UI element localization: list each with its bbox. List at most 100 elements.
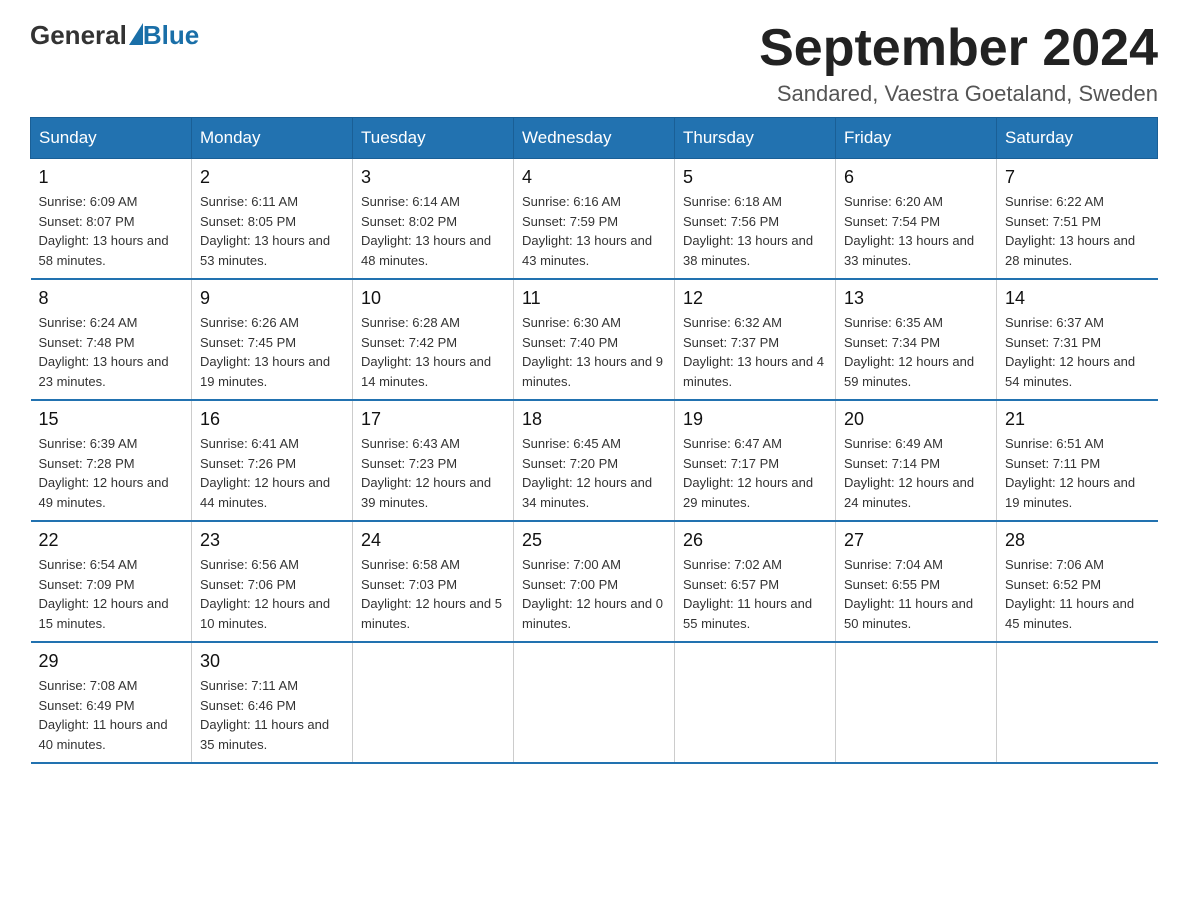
day-number: 7 — [1005, 167, 1150, 188]
day-info: Sunrise: 6:26 AM Sunset: 7:45 PM Dayligh… — [200, 313, 344, 391]
calendar-cell: 28 Sunrise: 7:06 AM Sunset: 6:52 PM Dayl… — [997, 521, 1158, 642]
calendar-cell: 9 Sunrise: 6:26 AM Sunset: 7:45 PM Dayli… — [192, 279, 353, 400]
logo-triangle-icon — [129, 23, 143, 45]
calendar-cell: 7 Sunrise: 6:22 AM Sunset: 7:51 PM Dayli… — [997, 159, 1158, 280]
day-info: Sunrise: 6:30 AM Sunset: 7:40 PM Dayligh… — [522, 313, 666, 391]
logo: General Blue — [30, 20, 199, 51]
calendar-cell: 30 Sunrise: 7:11 AM Sunset: 6:46 PM Dayl… — [192, 642, 353, 763]
logo-text-blue: Blue — [143, 20, 199, 51]
day-number: 25 — [522, 530, 666, 551]
calendar-cell: 21 Sunrise: 6:51 AM Sunset: 7:11 PM Dayl… — [997, 400, 1158, 521]
day-number: 13 — [844, 288, 988, 309]
calendar-table: SundayMondayTuesdayWednesdayThursdayFrid… — [30, 117, 1158, 764]
day-info: Sunrise: 7:08 AM Sunset: 6:49 PM Dayligh… — [39, 676, 184, 754]
day-info: Sunrise: 6:11 AM Sunset: 8:05 PM Dayligh… — [200, 192, 344, 270]
calendar-cell: 6 Sunrise: 6:20 AM Sunset: 7:54 PM Dayli… — [836, 159, 997, 280]
day-info: Sunrise: 6:24 AM Sunset: 7:48 PM Dayligh… — [39, 313, 184, 391]
day-info: Sunrise: 6:16 AM Sunset: 7:59 PM Dayligh… — [522, 192, 666, 270]
calendar-cell — [836, 642, 997, 763]
day-number: 24 — [361, 530, 505, 551]
day-info: Sunrise: 7:11 AM Sunset: 6:46 PM Dayligh… — [200, 676, 344, 754]
day-info: Sunrise: 6:45 AM Sunset: 7:20 PM Dayligh… — [522, 434, 666, 512]
calendar-cell: 4 Sunrise: 6:16 AM Sunset: 7:59 PM Dayli… — [514, 159, 675, 280]
calendar-cell: 12 Sunrise: 6:32 AM Sunset: 7:37 PM Dayl… — [675, 279, 836, 400]
day-info: Sunrise: 6:56 AM Sunset: 7:06 PM Dayligh… — [200, 555, 344, 633]
day-info: Sunrise: 7:04 AM Sunset: 6:55 PM Dayligh… — [844, 555, 988, 633]
calendar-cell: 24 Sunrise: 6:58 AM Sunset: 7:03 PM Dayl… — [353, 521, 514, 642]
page-header: General Blue September 2024 Sandared, Va… — [30, 20, 1158, 107]
day-info: Sunrise: 6:39 AM Sunset: 7:28 PM Dayligh… — [39, 434, 184, 512]
day-number: 2 — [200, 167, 344, 188]
calendar-cell — [675, 642, 836, 763]
day-info: Sunrise: 6:14 AM Sunset: 8:02 PM Dayligh… — [361, 192, 505, 270]
calendar-week-1: 1 Sunrise: 6:09 AM Sunset: 8:07 PM Dayli… — [31, 159, 1158, 280]
day-number: 18 — [522, 409, 666, 430]
calendar-week-2: 8 Sunrise: 6:24 AM Sunset: 7:48 PM Dayli… — [31, 279, 1158, 400]
calendar-cell: 29 Sunrise: 7:08 AM Sunset: 6:49 PM Dayl… — [31, 642, 192, 763]
day-info: Sunrise: 7:06 AM Sunset: 6:52 PM Dayligh… — [1005, 555, 1150, 633]
calendar-cell: 16 Sunrise: 6:41 AM Sunset: 7:26 PM Dayl… — [192, 400, 353, 521]
day-info: Sunrise: 6:28 AM Sunset: 7:42 PM Dayligh… — [361, 313, 505, 391]
calendar-week-5: 29 Sunrise: 7:08 AM Sunset: 6:49 PM Dayl… — [31, 642, 1158, 763]
calendar-cell: 3 Sunrise: 6:14 AM Sunset: 8:02 PM Dayli… — [353, 159, 514, 280]
day-info: Sunrise: 6:51 AM Sunset: 7:11 PM Dayligh… — [1005, 434, 1150, 512]
calendar-cell: 10 Sunrise: 6:28 AM Sunset: 7:42 PM Dayl… — [353, 279, 514, 400]
calendar-cell: 8 Sunrise: 6:24 AM Sunset: 7:48 PM Dayli… — [31, 279, 192, 400]
day-info: Sunrise: 6:47 AM Sunset: 7:17 PM Dayligh… — [683, 434, 827, 512]
calendar-cell: 22 Sunrise: 6:54 AM Sunset: 7:09 PM Dayl… — [31, 521, 192, 642]
calendar-cell: 5 Sunrise: 6:18 AM Sunset: 7:56 PM Dayli… — [675, 159, 836, 280]
day-number: 26 — [683, 530, 827, 551]
calendar-cell: 17 Sunrise: 6:43 AM Sunset: 7:23 PM Dayl… — [353, 400, 514, 521]
calendar-week-4: 22 Sunrise: 6:54 AM Sunset: 7:09 PM Dayl… — [31, 521, 1158, 642]
calendar-cell: 13 Sunrise: 6:35 AM Sunset: 7:34 PM Dayl… — [836, 279, 997, 400]
calendar-cell: 25 Sunrise: 7:00 AM Sunset: 7:00 PM Dayl… — [514, 521, 675, 642]
calendar-header-row: SundayMondayTuesdayWednesdayThursdayFrid… — [31, 118, 1158, 159]
day-info: Sunrise: 6:18 AM Sunset: 7:56 PM Dayligh… — [683, 192, 827, 270]
header-wednesday: Wednesday — [514, 118, 675, 159]
day-info: Sunrise: 6:54 AM Sunset: 7:09 PM Dayligh… — [39, 555, 184, 633]
calendar-cell — [514, 642, 675, 763]
day-number: 4 — [522, 167, 666, 188]
calendar-cell: 26 Sunrise: 7:02 AM Sunset: 6:57 PM Dayl… — [675, 521, 836, 642]
day-number: 6 — [844, 167, 988, 188]
day-info: Sunrise: 7:02 AM Sunset: 6:57 PM Dayligh… — [683, 555, 827, 633]
day-number: 22 — [39, 530, 184, 551]
calendar-cell — [997, 642, 1158, 763]
calendar-cell — [353, 642, 514, 763]
month-title: September 2024 — [759, 20, 1158, 77]
header-sunday: Sunday — [31, 118, 192, 159]
calendar-cell: 1 Sunrise: 6:09 AM Sunset: 8:07 PM Dayli… — [31, 159, 192, 280]
title-block: September 2024 Sandared, Vaestra Goetala… — [759, 20, 1158, 107]
day-number: 3 — [361, 167, 505, 188]
day-number: 11 — [522, 288, 666, 309]
calendar-cell: 20 Sunrise: 6:49 AM Sunset: 7:14 PM Dayl… — [836, 400, 997, 521]
day-number: 9 — [200, 288, 344, 309]
header-tuesday: Tuesday — [353, 118, 514, 159]
day-info: Sunrise: 6:58 AM Sunset: 7:03 PM Dayligh… — [361, 555, 505, 633]
header-thursday: Thursday — [675, 118, 836, 159]
day-number: 14 — [1005, 288, 1150, 309]
day-number: 30 — [200, 651, 344, 672]
day-number: 23 — [200, 530, 344, 551]
day-number: 20 — [844, 409, 988, 430]
day-info: Sunrise: 6:43 AM Sunset: 7:23 PM Dayligh… — [361, 434, 505, 512]
day-info: Sunrise: 6:09 AM Sunset: 8:07 PM Dayligh… — [39, 192, 184, 270]
header-monday: Monday — [192, 118, 353, 159]
day-info: Sunrise: 6:37 AM Sunset: 7:31 PM Dayligh… — [1005, 313, 1150, 391]
calendar-cell: 2 Sunrise: 6:11 AM Sunset: 8:05 PM Dayli… — [192, 159, 353, 280]
day-number: 27 — [844, 530, 988, 551]
day-number: 8 — [39, 288, 184, 309]
calendar-cell: 18 Sunrise: 6:45 AM Sunset: 7:20 PM Dayl… — [514, 400, 675, 521]
day-info: Sunrise: 6:35 AM Sunset: 7:34 PM Dayligh… — [844, 313, 988, 391]
calendar-week-3: 15 Sunrise: 6:39 AM Sunset: 7:28 PM Dayl… — [31, 400, 1158, 521]
day-number: 5 — [683, 167, 827, 188]
day-info: Sunrise: 6:49 AM Sunset: 7:14 PM Dayligh… — [844, 434, 988, 512]
day-info: Sunrise: 6:22 AM Sunset: 7:51 PM Dayligh… — [1005, 192, 1150, 270]
day-number: 10 — [361, 288, 505, 309]
day-number: 15 — [39, 409, 184, 430]
day-info: Sunrise: 7:00 AM Sunset: 7:00 PM Dayligh… — [522, 555, 666, 633]
calendar-cell: 15 Sunrise: 6:39 AM Sunset: 7:28 PM Dayl… — [31, 400, 192, 521]
day-number: 17 — [361, 409, 505, 430]
day-info: Sunrise: 6:41 AM Sunset: 7:26 PM Dayligh… — [200, 434, 344, 512]
calendar-cell: 14 Sunrise: 6:37 AM Sunset: 7:31 PM Dayl… — [997, 279, 1158, 400]
